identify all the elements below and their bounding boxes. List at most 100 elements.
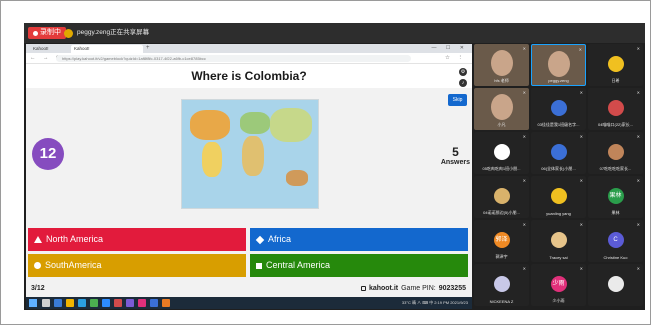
app-icon[interactable] — [126, 299, 134, 307]
participant-name: Christine Kuo — [603, 255, 628, 260]
answer-south-america[interactable]: SouthAmerica — [28, 254, 246, 277]
avatar: 果林 — [607, 188, 624, 204]
search-icon[interactable] — [42, 299, 50, 307]
window-controls[interactable]: — ☐ ✕ — [432, 44, 468, 53]
answer-label: SouthAmerica — [45, 260, 102, 270]
muted-mic-icon: ✕ — [579, 178, 583, 183]
browser-tab-active[interactable]: Kahoot! — [71, 45, 143, 53]
muted-mic-icon: ✕ — [636, 134, 640, 139]
participant-name: yuanling yang — [546, 211, 571, 216]
answer-africa[interactable]: Africa — [250, 228, 468, 251]
side-controls: ⚙ ♪ — [459, 68, 467, 90]
avatar: C — [607, 232, 624, 248]
record-dot-icon — [33, 30, 38, 36]
file-explorer-icon[interactable] — [66, 299, 74, 307]
muted-mic-icon: ✕ — [579, 266, 583, 271]
system-tray[interactable]: 33°C 晴 ∧ ⌨ 中 2:19 PM 2021/9/23 — [402, 297, 468, 309]
participant-tile[interactable]: C ✕ Christine Kuo — [588, 220, 643, 262]
participant-tile[interactable]: 少雨 ✕ 少小雨 — [531, 264, 586, 306]
participant-tile[interactable]: ✕ 04喵喵口(22)家长... — [588, 88, 643, 130]
question-progress: 3/12 — [31, 285, 45, 292]
video-feed — [490, 94, 513, 120]
extensions-icon[interactable]: ☆ ⋮ — [445, 54, 466, 63]
participant-tile[interactable]: ✕ hfs 老师 — [474, 44, 529, 86]
participant-name: 07吃吃吃吃家长... — [599, 166, 632, 171]
app-icon[interactable] — [114, 299, 122, 307]
participant-tile[interactable]: ✕ Tracey sai — [531, 220, 586, 262]
participant-name: 小凡 — [497, 122, 506, 127]
app-icon[interactable] — [150, 299, 158, 307]
sharing-indicator[interactable]: peggy.zeng正在共享屏幕 — [64, 27, 149, 39]
avatar: 少雨 — [550, 276, 567, 292]
circle-icon — [34, 262, 41, 269]
settings-icon[interactable]: ⚙ — [459, 68, 467, 76]
windows-start-icon[interactable] — [29, 299, 37, 307]
sound-icon[interactable]: ♪ — [459, 79, 467, 87]
participant-name: 郭泽宇 — [495, 254, 508, 259]
square-icon — [256, 262, 262, 269]
participant-tile[interactable]: ✕ yuanling yang — [531, 176, 586, 218]
answer-central-america[interactable]: Central America — [250, 254, 468, 277]
muted-mic-icon: ✕ — [522, 90, 526, 95]
participant-tile[interactable]: 郭泽 ✕ 郭泽宇 — [474, 220, 529, 262]
muted-mic-icon: ✕ — [522, 222, 526, 227]
sharer-label: peggy.zeng正在共享屏幕 — [77, 29, 150, 36]
muted-mic-icon: ✕ — [579, 222, 583, 227]
participant-name: hfs 老师 — [494, 78, 509, 83]
zoom-icon[interactable] — [102, 299, 110, 307]
countdown-timer: 12 — [32, 138, 64, 170]
participant-tile[interactable]: ✕ 05吃肉吃肉1班小朋... — [474, 132, 529, 174]
participant-tile[interactable]: ✕ 06(全体家长)小朋... — [531, 132, 586, 174]
browser-tab[interactable]: Kahoot! — [30, 45, 70, 53]
answer-label: North America — [46, 234, 104, 244]
shared-browser-window: Kahoot! Kahoot! + — ☐ ✕ ← → ⟳ https://pl… — [26, 44, 472, 309]
participant-gallery: ✕ hfs 老师 ✕ peggy.zeng ✕ 日希 ✕ 小凡 ✕ 03佳佳是我1班级名字... ✕… — [474, 44, 645, 309]
participant-name: 05吃肉吃肉1班小朋... — [482, 166, 521, 171]
url-field[interactable]: https://play.kahoot.it/v2/gameblock?quiz… — [56, 55, 411, 62]
app-icon[interactable] — [162, 299, 170, 307]
participant-tile[interactable]: ✕ 07吃吃吃吃家长... — [588, 132, 643, 174]
answers-counter: 5 Answers — [441, 145, 470, 167]
taskview-icon[interactable] — [54, 299, 62, 307]
avatar — [493, 144, 510, 160]
participant-tile[interactable]: ✕ 04诺诺那边(5)小朋... — [474, 176, 529, 218]
participant-name: 06(全体家长)小朋... — [541, 166, 576, 171]
record-label: 录制中 — [40, 29, 61, 36]
skip-button[interactable]: Skip — [448, 94, 467, 106]
participant-name: Tracey sai — [549, 255, 568, 260]
address-bar-row: ← → ⟳ https://play.kahoot.it/v2/gamebloc… — [26, 53, 472, 64]
chrome-icon[interactable] — [90, 299, 98, 307]
kahoot-game: Where is Colombia? ⚙ ♪ Skip 12 5 Answers — [26, 64, 472, 309]
participant-name: 日希 — [611, 78, 620, 83]
new-tab-icon[interactable]: + — [146, 44, 150, 53]
participant-name: 少小雨 — [552, 298, 565, 303]
avatar — [550, 232, 567, 248]
muted-mic-icon: ✕ — [636, 266, 640, 271]
participant-name: NICKEENA Z — [489, 299, 514, 304]
meeting-top-bar: 录制中 peggy.zeng正在共享屏幕 — [24, 23, 645, 43]
avatar — [550, 188, 567, 204]
muted-mic-icon: ✕ — [578, 47, 582, 52]
app-icon[interactable] — [138, 299, 146, 307]
participant-tile[interactable]: ✕ peggy.zeng — [531, 44, 586, 86]
participant-tile[interactable]: ✕ 日希 — [588, 44, 643, 86]
answer-north-america[interactable]: North America — [28, 228, 246, 251]
participant-tile[interactable]: 果林 ✕ 果林 — [588, 176, 643, 218]
edge-icon[interactable] — [78, 299, 86, 307]
answers-number: 5 — [452, 145, 459, 159]
participant-tile[interactable]: ✕ 03佳佳是我1班级名字... — [531, 88, 586, 130]
muted-mic-icon: ✕ — [579, 134, 583, 139]
recording-button[interactable]: 录制中 — [28, 27, 66, 39]
muted-mic-icon: ✕ — [636, 46, 640, 51]
video-feed — [490, 50, 513, 76]
game-pin-row: kahoot.it Game PIN: 9023255 — [360, 280, 466, 297]
game-footer: 3/12 kahoot.it Game PIN: 9023255 — [26, 280, 472, 297]
participant-tile[interactable]: ✕ 小凡 — [474, 88, 529, 130]
muted-mic-icon: ✕ — [636, 90, 640, 95]
participant-tile[interactable]: ✕ NICKEENA Z — [474, 264, 529, 306]
participant-tile[interactable]: ✕ — [588, 264, 643, 306]
avatar — [607, 144, 624, 160]
avatar — [607, 100, 624, 116]
question-bar: Where is Colombia? ⚙ ♪ — [26, 64, 472, 88]
muted-mic-icon: ✕ — [522, 134, 526, 139]
